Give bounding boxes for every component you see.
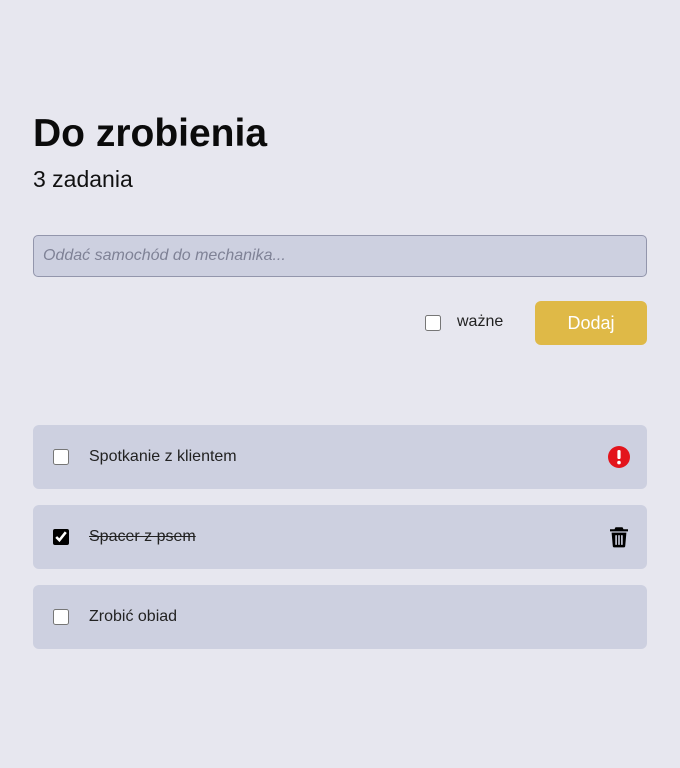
add-task-controls: ważne Dodaj (33, 301, 647, 345)
task-list: Spotkanie z klientem Spacer z psem Zrobi… (33, 425, 647, 665)
important-checkbox[interactable] (425, 315, 441, 331)
important-label: ważne (457, 313, 504, 330)
list-item: Zrobić obiad (33, 585, 647, 649)
add-task-button[interactable]: Dodaj (535, 301, 647, 345)
list-item: Spacer z psem (33, 505, 647, 569)
task-label: Spotkanie z klientem (89, 448, 237, 465)
page-title: Do zrobienia (33, 112, 268, 155)
list-item: Spotkanie z klientem (33, 425, 647, 489)
task-checkbox[interactable] (53, 609, 69, 625)
task-checkbox[interactable] (53, 529, 69, 545)
task-checkbox[interactable] (53, 449, 69, 465)
exclamation-icon (607, 445, 631, 469)
task-label: Spacer z psem (89, 528, 196, 545)
new-task-input[interactable] (33, 235, 647, 277)
task-label: Zrobić obiad (89, 608, 178, 625)
trash-icon[interactable] (607, 525, 631, 549)
task-count: 3 zadania (33, 166, 133, 192)
